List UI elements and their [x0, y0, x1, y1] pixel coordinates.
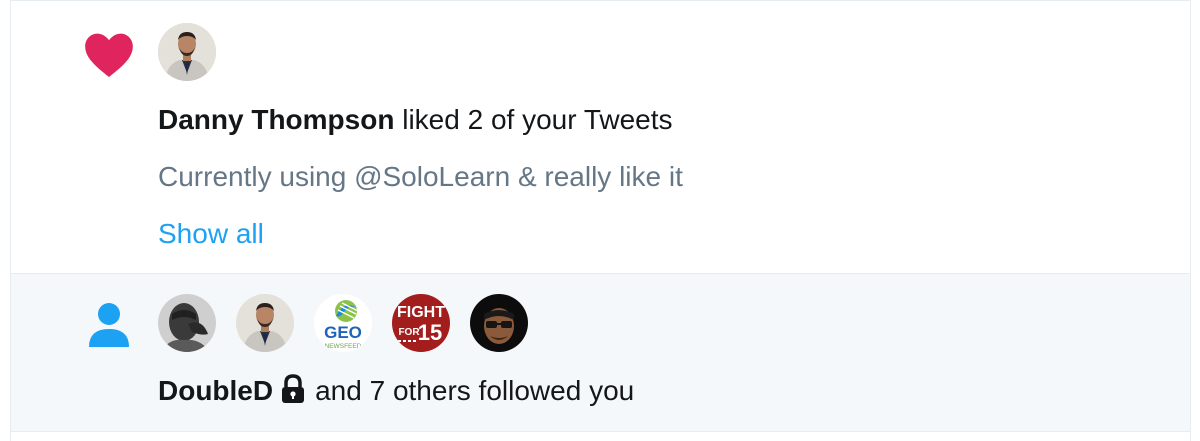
avatar-fight-for-15[interactable]: FIGHT FOR 15	[392, 294, 450, 352]
avatar-follower-2[interactable]	[236, 294, 294, 352]
tweet-preview[interactable]: Currently using @SoloLearn & really like…	[158, 160, 683, 194]
like-notification[interactable]: Danny Thompson liked 2 of your Tweets Cu…	[11, 0, 1190, 274]
like-action-text: liked 2 of your Tweets	[394, 104, 673, 135]
like-summary: Danny Thompson liked 2 of your Tweets	[158, 103, 673, 137]
follow-action-text: and 7 others followed you	[315, 375, 635, 406]
follow-summary: DoubleD and 7 others followed you	[158, 374, 634, 408]
newsfeed-text: NEWSFEED	[325, 343, 362, 350]
fight-text: FIGHT	[397, 304, 445, 321]
notifications-feed: Danny Thompson liked 2 of your Tweets Cu…	[10, 0, 1191, 441]
follow-notification[interactable]: GEO NEWSFEED FIGHT FOR 15 DoubleD and 7 …	[11, 274, 1190, 432]
lock-icon	[279, 374, 307, 404]
avatar-follower-5[interactable]	[470, 294, 528, 352]
avatar-danny-thompson[interactable]	[158, 23, 216, 81]
liker-avatars	[158, 23, 216, 81]
person-icon	[83, 299, 135, 351]
follower-avatars: GEO NEWSFEED FIGHT FOR 15	[158, 294, 528, 352]
avatar-follower-1[interactable]	[158, 294, 216, 352]
show-all-link[interactable]: Show all	[158, 217, 264, 251]
heart-icon	[83, 28, 135, 80]
geo-text: GEO	[324, 323, 362, 342]
fifteen-text: 15	[418, 320, 442, 345]
avatar-geo-newsfeed[interactable]: GEO NEWSFEED	[314, 294, 372, 352]
actor-name[interactable]: Danny Thompson	[158, 104, 394, 135]
actor-name[interactable]: DoubleD	[158, 375, 273, 406]
